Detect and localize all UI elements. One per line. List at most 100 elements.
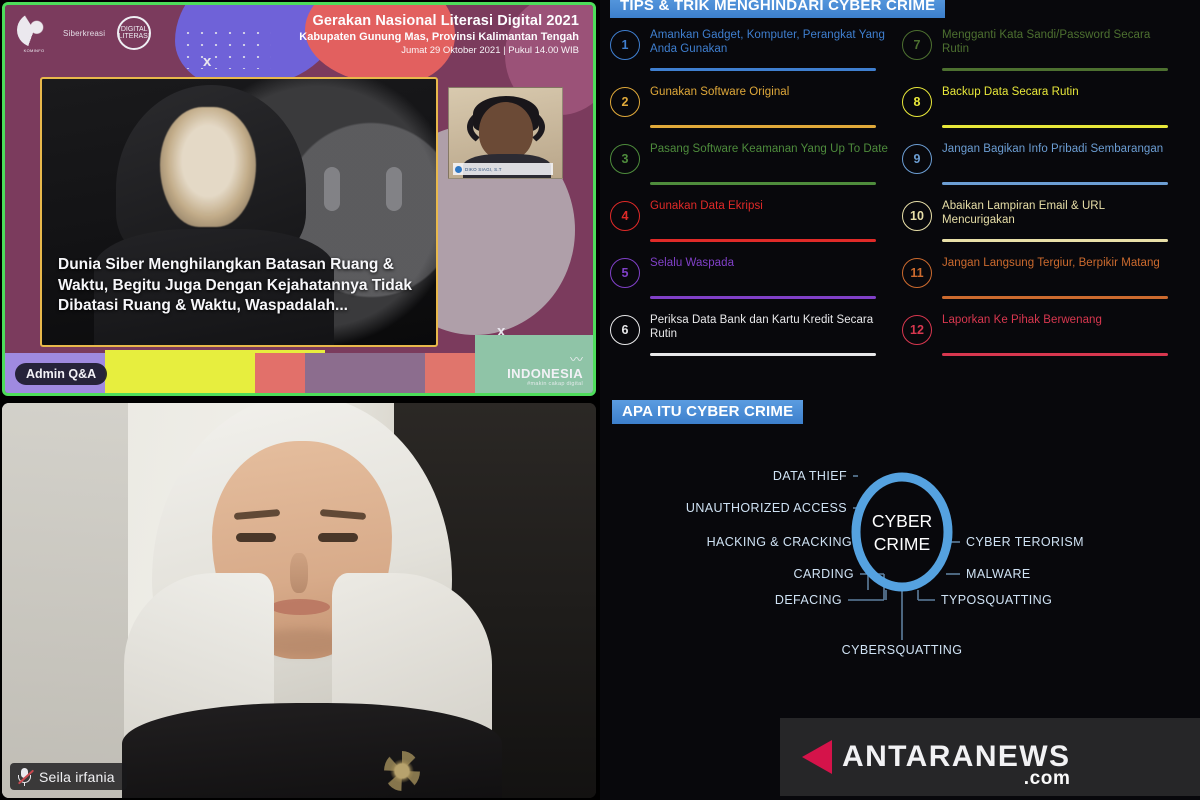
diagram-hub-line-2: CRIME — [874, 534, 930, 554]
slide-event-location: Kabupaten Gunung Mas, Provinsi Kalimanta… — [299, 31, 579, 43]
tip-text: Jangan Langsung Tergiur, Berpikir Matang — [942, 257, 1160, 269]
tips-section-title: TIPS & TRIK MENGHINDARI CYBER CRIME — [610, 0, 946, 18]
tip-text: Pasang Software Keamanan Yang Up To Date — [650, 143, 888, 155]
participant-video-tile[interactable]: Seila irfania — [2, 403, 596, 798]
diagram-label: DEFACING — [775, 593, 842, 607]
tip-text: Mengganti Kata Sandi/Password Secara Rut… — [942, 29, 1151, 56]
tip-underline — [650, 353, 876, 356]
diagram-label: UNAUTHORIZED ACCESS — [686, 501, 847, 515]
brand-name: INDONESIA — [507, 366, 583, 381]
thumb-participant-name: DIKO SIAGI, S.T — [465, 166, 502, 172]
tip-item: 2 Gunakan Software Original — [608, 79, 888, 136]
slide-participant-thumbnail[interactable]: DIKO SIAGI, S.T — [448, 87, 563, 179]
tip-number-badge: 6 — [610, 315, 640, 345]
tips-column-right: 7 Mengganti Kata Sandi/Password Secara Ru… — [900, 22, 1180, 364]
tip-text: Jangan Bagikan Info Pribadi Sembarangan — [942, 143, 1164, 155]
tip-text: Amankan Gadget, Komputer, Perangkat Yang… — [650, 29, 885, 56]
siberkreasi-logo: Siberkreasi — [63, 28, 106, 38]
diagram-label: CYBERSQUATTING — [842, 643, 963, 657]
diagram-label: MALWARE — [966, 567, 1031, 581]
tip-item: 3 Pasang Software Keamanan Yang Up To Dat… — [608, 136, 888, 193]
screen-share-video-tile[interactable]: x x KOMINFO Siberkreasi DIGITAL LITERASI… — [2, 2, 596, 396]
tip-item: 1 Amankan Gadget, Komputer, Perangkat Yan… — [608, 22, 888, 79]
participant-lips — [270, 599, 330, 615]
tip-text: Abaikan Lampiran Email & URL Mencurigaka… — [942, 200, 1105, 227]
diagram-label: CARDING — [794, 567, 854, 581]
watermark-text: ANTARANEWS .com — [842, 742, 1070, 790]
screenshot-root: x x KOMINFO Siberkreasi DIGITAL LITERASI… — [0, 0, 1200, 800]
tip-item: 7 Mengganti Kata Sandi/Password Secara Ru… — [900, 22, 1180, 79]
digital-literasi-logo: DIGITAL LITERASI — [117, 16, 152, 50]
diagram-title-container: APA ITU CYBER CRIME — [612, 400, 804, 424]
tips-column-left: 1 Amankan Gadget, Komputer, Perangkat Yan… — [608, 22, 888, 364]
tip-number-badge: 11 — [902, 258, 932, 288]
tip-text: Gunakan Data Ekripsi — [650, 200, 763, 212]
tips-title-container: TIPS & TRIK MENGHINDARI CYBER CRIME — [610, 0, 946, 18]
tip-number-badge: 9 — [902, 144, 932, 174]
tip-text: Backup Data Secara Rutin — [942, 86, 1079, 98]
tip-item: 5 Selalu Waspada — [608, 250, 888, 307]
tip-text: Gunakan Software Original — [650, 86, 790, 98]
tip-text: Laporkan Ke Pihak Berwenang — [942, 314, 1102, 326]
tip-number-badge: 10 — [902, 201, 932, 231]
tip-item: 12 Laporkan Ke Pihak Berwenang — [900, 307, 1180, 364]
tips-panel: 1 Amankan Gadget, Komputer, Perangkat Yan… — [600, 22, 1200, 382]
tip-text: Selalu Waspada — [650, 257, 735, 269]
indonesia-brand-mark: 〰 INDONESIA #makin cakap digital — [507, 353, 583, 387]
decorative-band-plaid — [305, 353, 425, 393]
tip-underline — [942, 296, 1168, 299]
tip-underline — [650, 182, 876, 185]
slide-logo-row: KOMINFO Siberkreasi DIGITAL LITERASI — [17, 13, 152, 53]
tip-number-badge: 2 — [610, 87, 640, 117]
kominfo-logo-caption: KOMINFO — [23, 48, 45, 53]
diagram-label: CYBER TERORISM — [966, 535, 1084, 549]
presentation-slide: x x KOMINFO Siberkreasi DIGITAL LITERASI… — [5, 5, 593, 393]
diagram-hub-line-1: CYBER — [872, 511, 932, 531]
tip-item: 8 Backup Data Secara Rutin — [900, 79, 1180, 136]
brand-wave-icon: 〰 — [569, 352, 583, 367]
content-column: TIPS & TRIK MENGHINDARI CYBER CRIME 1 Ama… — [600, 0, 1200, 800]
diagram-label: DATA THIEF — [773, 469, 847, 483]
diagram-hub-ellipse — [851, 472, 953, 592]
brand-tagline: #makin cakap digital — [527, 381, 583, 387]
participant-name-badge: Seila irfania — [10, 763, 127, 790]
cyber-crime-diagram: CYBER CRIME DATA THIEF UNAUTHORIZED ACCES… — [600, 440, 1200, 720]
tip-number-badge: 4 — [610, 201, 640, 231]
cyber-crime-diagram-svg: CYBER CRIME DATA THIEF UNAUTHORIZED ACCES… — [686, 469, 1084, 657]
tip-number-badge: 5 — [610, 258, 640, 288]
tip-item: 9 Jangan Bagikan Info Pribadi Sembarangan — [900, 136, 1180, 193]
tip-number-badge: 12 — [902, 315, 932, 345]
tip-underline — [650, 68, 876, 71]
tip-number-badge: 3 — [610, 144, 640, 174]
kominfo-logo: KOMINFO — [17, 13, 51, 53]
thumb-head — [479, 102, 533, 160]
tip-underline — [942, 239, 1168, 242]
tips-grid: 1 Amankan Gadget, Komputer, Perangkat Yan… — [600, 22, 1200, 382]
decorative-dot-grid — [181, 27, 271, 69]
slide-event-datetime: Jumat 29 Oktober 2021 | Pukul 14.00 WIB — [401, 45, 579, 56]
diagram-section-title: APA ITU CYBER CRIME — [612, 400, 804, 424]
participant-eye-right — [318, 533, 358, 542]
tip-item: 10 Abaikan Lampiran Email & URL Mencuriga… — [900, 193, 1180, 250]
participant-name-label: Seila irfania — [39, 768, 115, 785]
tip-underline — [942, 353, 1168, 356]
webcam-background — [2, 403, 596, 798]
tip-underline — [942, 182, 1168, 185]
garment-emblem — [384, 751, 420, 791]
tip-underline — [650, 125, 876, 128]
slide-admin-qa-badge: Admin Q&A — [15, 363, 108, 385]
diagram-label: TYPOSQUATTING — [941, 593, 1052, 607]
tip-underline — [650, 239, 876, 242]
tip-text: Periksa Data Bank dan Kartu Kredit Secar… — [650, 314, 874, 341]
antara-triangle-icon — [802, 740, 832, 774]
thumb-avatar-icon — [455, 165, 462, 173]
tip-number-badge: 7 — [902, 30, 932, 60]
participant-nose — [290, 553, 308, 593]
microphone-muted-icon — [17, 767, 35, 786]
background-wall-panel — [2, 403, 128, 798]
tip-underline — [942, 125, 1168, 128]
antaranews-watermark: ANTARANEWS .com — [780, 718, 1200, 796]
tip-underline — [650, 296, 876, 299]
tip-number-badge: 1 — [610, 30, 640, 60]
tip-underline — [942, 68, 1168, 71]
